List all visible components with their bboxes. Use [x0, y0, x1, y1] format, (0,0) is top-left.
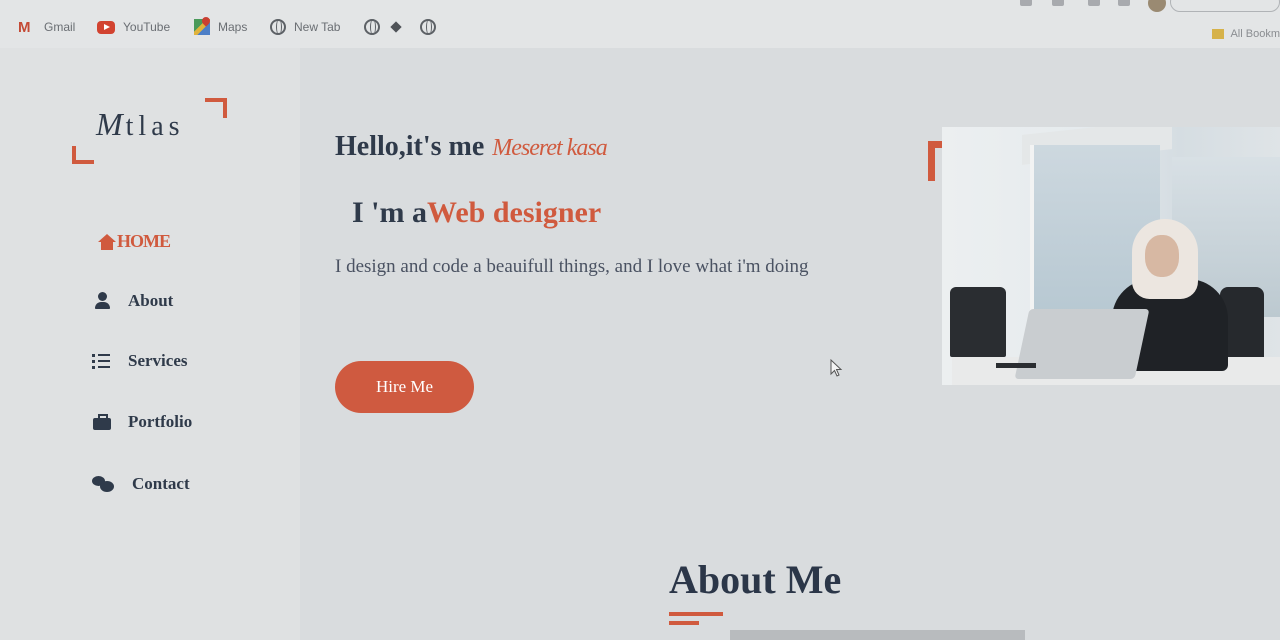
bookmark-label: Gmail [44, 20, 76, 34]
update-chip[interactable] [1170, 0, 1280, 12]
logo-first-letter: M [96, 106, 126, 142]
nav-item-label: Services [128, 351, 188, 370]
about-title-underline [669, 621, 699, 625]
about-title-underline [669, 612, 723, 616]
bookmark-label: YouTube [123, 20, 171, 34]
bookmark-youtube[interactable]: YouTube [97, 18, 170, 36]
all-bookmarks[interactable]: All Bookm [1212, 28, 1280, 40]
extension-icon[interactable] [1088, 0, 1100, 6]
bookmark-label: New Tab [294, 20, 341, 34]
logo-corner-bottom-left [72, 146, 94, 164]
hero-greeting: Hello,it's me Meseret kasa [335, 131, 608, 163]
briefcase-icon [92, 413, 114, 431]
chat-icon [92, 475, 114, 493]
nav-item-portfolio[interactable]: Portfolio [92, 412, 192, 432]
nav-item-label: HOME [117, 231, 171, 251]
photo-chair [950, 287, 1006, 357]
bookmark-globe-3[interactable] [420, 18, 444, 36]
photo-laptop [1014, 309, 1150, 379]
role-title: Web designer [427, 196, 602, 229]
nav-item-label: Portfolio [128, 412, 193, 431]
folder-icon [1212, 29, 1225, 39]
user-icon [92, 292, 114, 310]
nav-item-label: Contact [132, 474, 190, 493]
role-prefix: I 'm a [352, 196, 427, 229]
extension-icon[interactable] [1020, 0, 1032, 6]
youtube-icon [97, 20, 115, 34]
list-icon [92, 352, 114, 370]
home-icon [97, 233, 117, 251]
gmail-icon: M [18, 19, 31, 36]
diamond-icon [390, 21, 402, 33]
section-divider [730, 630, 1025, 640]
all-bookmarks-label: All Bookm [1230, 28, 1280, 40]
logo-corner-top-right [205, 98, 227, 118]
about-section-title: About Me [669, 557, 842, 602]
logo-text: Mtlas [96, 106, 185, 143]
nav-item-services[interactable]: Services [92, 351, 187, 371]
hero-name: Meseret kasa [492, 135, 607, 161]
globe-icon [420, 19, 436, 35]
download-icon[interactable] [1118, 0, 1130, 6]
mouse-cursor-icon [830, 359, 844, 377]
globe-icon [364, 19, 380, 35]
hero-role: I 'm aWeb designer [352, 196, 601, 230]
bookmark-new-tab[interactable]: New Tab [270, 18, 340, 36]
maps-icon [194, 19, 210, 35]
logo[interactable]: Mtlas [72, 98, 232, 168]
globe-icon [270, 19, 286, 35]
hero-tagline: I design and code a beauifull things, an… [335, 256, 809, 277]
nav-item-contact[interactable]: Contact [92, 474, 190, 494]
bookmarks-bar: M Gmail YouTube Maps New Tab All Bookm [0, 0, 1280, 48]
photo-face [1145, 235, 1179, 277]
sidebar: Mtlas HOME About Services Portfolio Cont… [0, 48, 300, 640]
hero-photo [942, 127, 1280, 385]
photo-phone [996, 363, 1036, 368]
bookmark-label: Maps [218, 20, 248, 34]
nav-item-label: About [128, 291, 174, 310]
star-icon[interactable] [1052, 0, 1064, 6]
nav-item-about[interactable]: About [92, 291, 173, 311]
bookmark-maps[interactable]: Maps [194, 18, 247, 36]
logo-rest: tlas [125, 111, 185, 142]
greeting-text: Hello,it's me [335, 131, 485, 162]
profile-avatar[interactable] [1148, 0, 1166, 12]
hire-me-button[interactable]: Hire Me [335, 361, 474, 413]
bookmark-gmail[interactable]: M Gmail [18, 18, 75, 36]
nav-item-home[interactable]: HOME [97, 231, 171, 252]
bookmark-globe-2[interactable] [364, 18, 402, 36]
